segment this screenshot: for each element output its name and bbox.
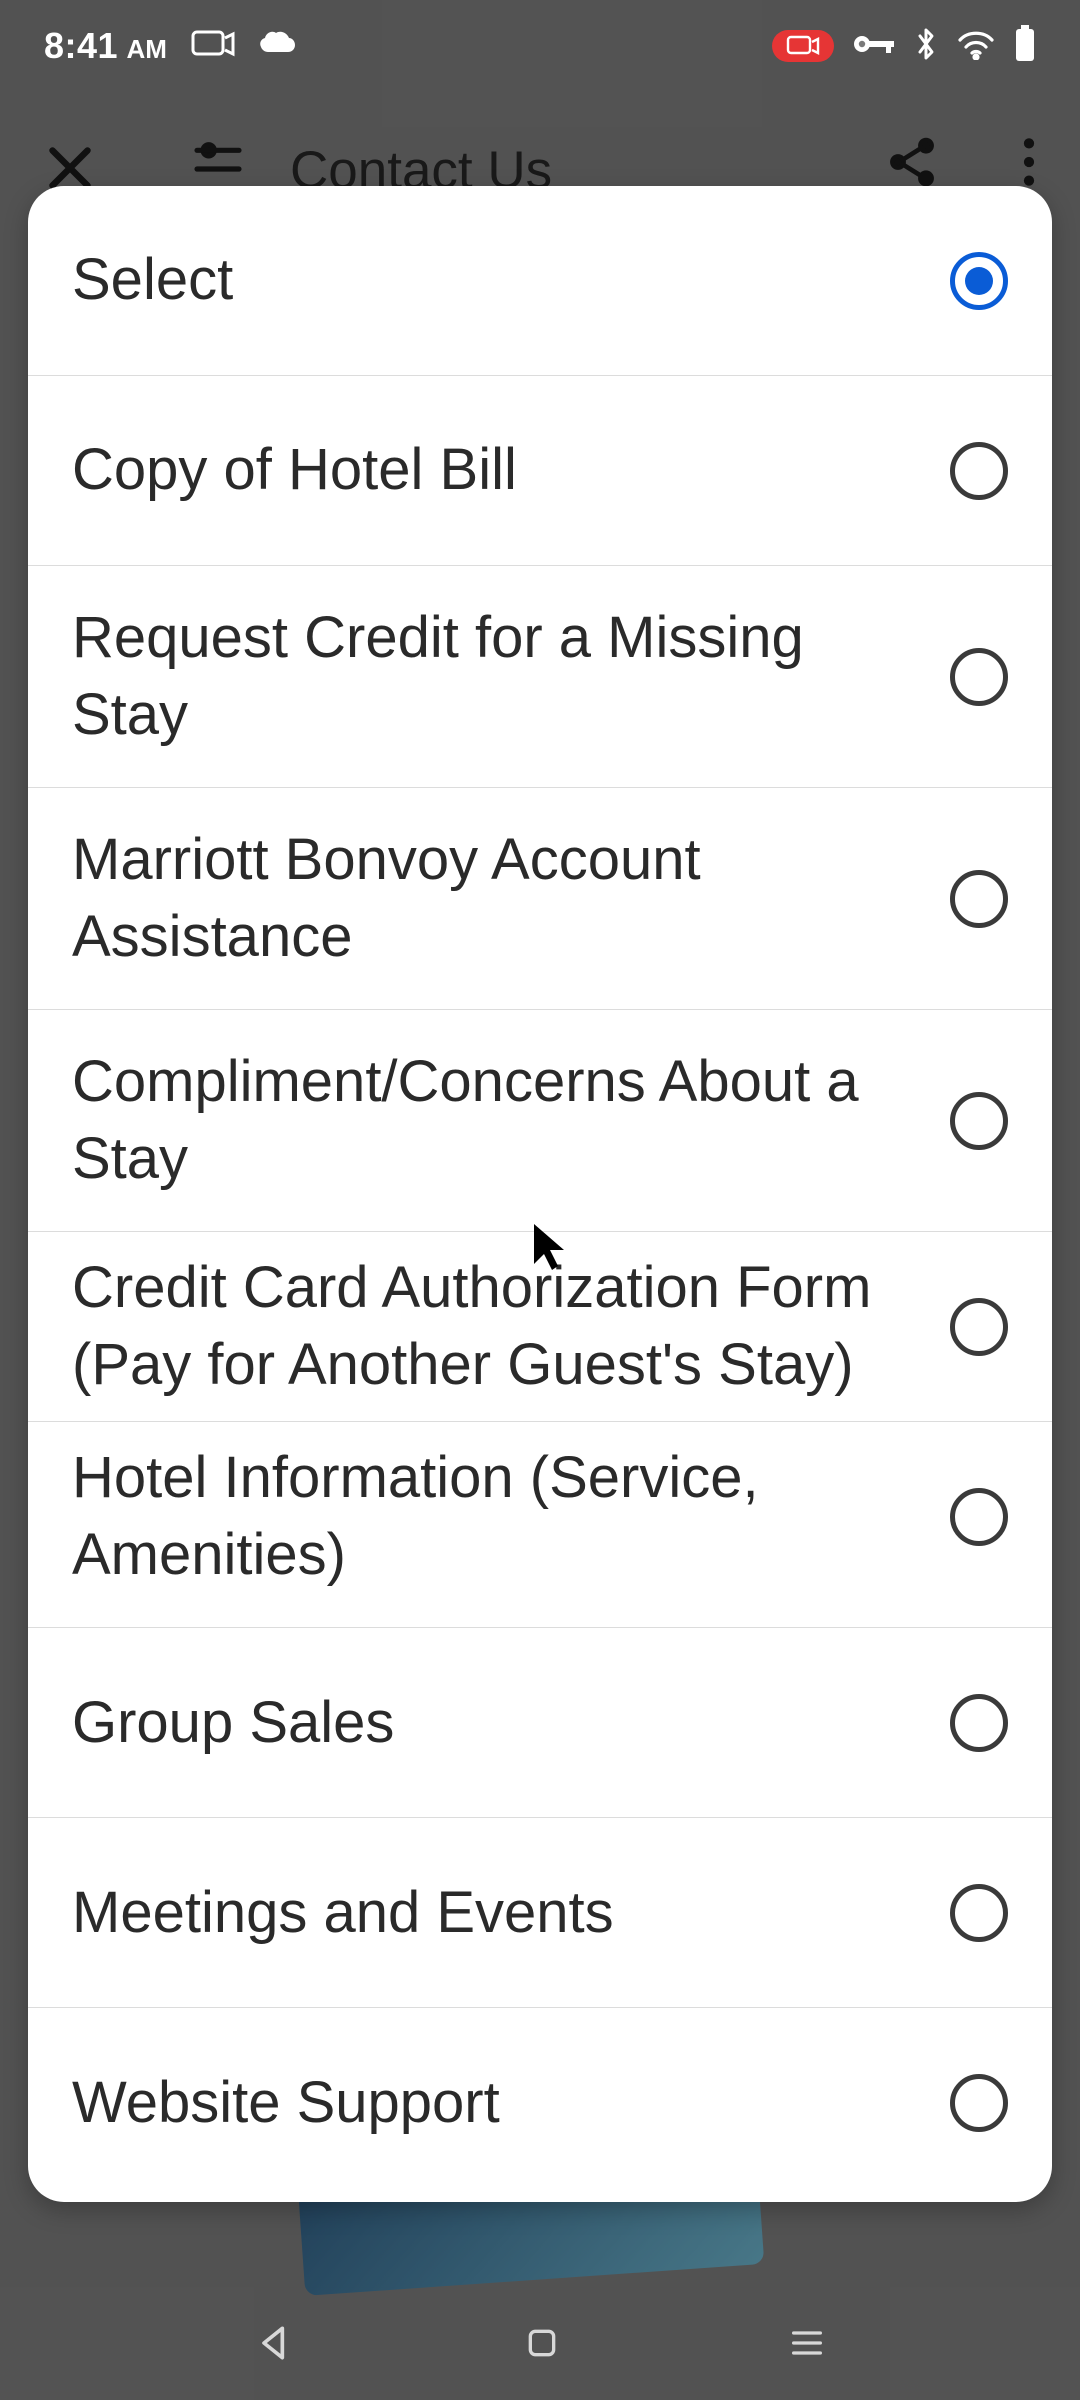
option-bonvoy-assistance[interactable]: Marriott Bonvoy Account Assistance — [28, 788, 1052, 1010]
option-select[interactable]: Select — [28, 186, 1052, 376]
option-website-support[interactable]: Website Support — [28, 2008, 1052, 2198]
mouse-cursor-icon — [530, 1220, 570, 1277]
option-compliment-concerns[interactable]: Compliment/Concerns About a Stay — [28, 1010, 1052, 1232]
option-label: Meetings and Events — [72, 1875, 950, 1952]
screen-record-indicator — [772, 30, 834, 62]
option-label: Request Credit for a Missing Stay — [72, 600, 950, 753]
vpn-key-icon — [852, 32, 896, 61]
option-hotel-info[interactable]: Hotel Information (Service, Amenities) — [28, 1422, 1052, 1628]
nav-recents-icon[interactable] — [787, 2326, 827, 2365]
option-copy-of-hotel-bill[interactable]: Copy of Hotel Bill — [28, 376, 1052, 566]
option-group-sales[interactable]: Group Sales — [28, 1628, 1052, 1818]
option-label: Website Support — [72, 2065, 950, 2142]
radio-icon — [950, 870, 1008, 928]
option-label: Marriott Bonvoy Account Assistance — [72, 822, 950, 975]
radio-icon — [950, 1488, 1008, 1546]
option-label: Compliment/Concerns About a Stay — [72, 1044, 950, 1197]
screencast-icon — [191, 28, 235, 65]
radio-icon — [950, 2074, 1008, 2132]
cloud-icon — [259, 28, 301, 65]
option-meetings-events[interactable]: Meetings and Events — [28, 1818, 1052, 2008]
battery-icon — [1014, 25, 1036, 68]
status-time: 8:41 AM — [44, 25, 167, 67]
radio-icon — [950, 1298, 1008, 1356]
radio-icon — [950, 1884, 1008, 1942]
option-label: Group Sales — [72, 1685, 950, 1762]
option-label: Select — [72, 242, 950, 319]
radio-icon — [950, 442, 1008, 500]
radio-icon — [950, 252, 1008, 310]
radio-icon — [950, 1092, 1008, 1150]
select-topic-dialog: Select Copy of Hotel Bill Request Credit… — [28, 186, 1052, 2202]
option-label: Copy of Hotel Bill — [72, 432, 950, 509]
option-request-credit[interactable]: Request Credit for a Missing Stay — [28, 566, 1052, 788]
wifi-icon — [956, 28, 996, 65]
system-nav-bar — [0, 2290, 1080, 2400]
radio-icon — [950, 1694, 1008, 1752]
radio-icon — [950, 648, 1008, 706]
nav-home-icon[interactable] — [522, 2323, 562, 2368]
option-label: Credit Card Authorization Form (Pay for … — [72, 1250, 950, 1403]
option-label: Hotel Information (Service, Amenities) — [72, 1440, 950, 1593]
bluetooth-icon — [914, 26, 938, 67]
nav-back-icon[interactable] — [253, 2321, 297, 2370]
status-bar: 8:41 AM — [0, 0, 1080, 92]
